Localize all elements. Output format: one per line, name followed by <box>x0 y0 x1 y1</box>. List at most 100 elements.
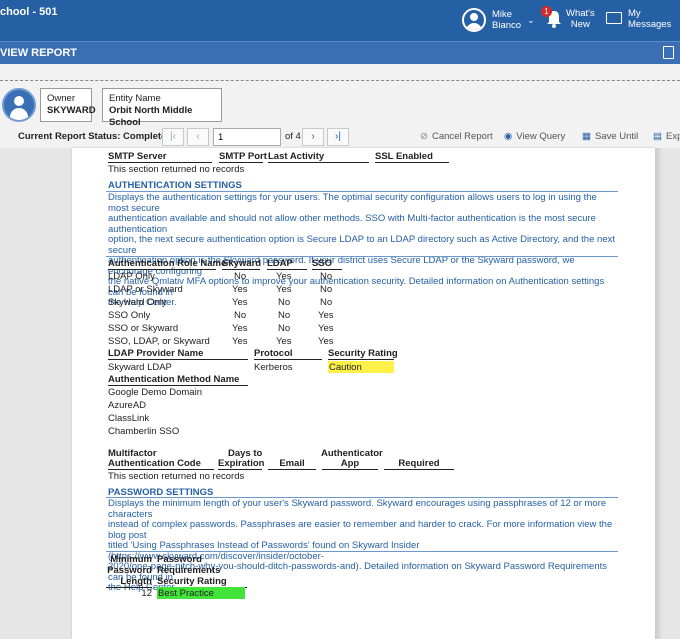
auth-method-item: Chamberlin SSO <box>108 426 180 437</box>
role-ldap: Yes <box>276 271 292 282</box>
user-name: Mike Bianco <box>492 9 521 31</box>
export-button[interactable]: ▤ Exp <box>653 131 680 142</box>
envelope-icon[interactable] <box>606 12 622 24</box>
role-skyward: Yes <box>232 323 248 334</box>
role-name: SSO Only <box>108 310 151 321</box>
auth-desc-line: the native Qmlativ MFA options to improv… <box>108 276 605 298</box>
page-number-input[interactable] <box>213 128 281 146</box>
whats-new-link[interactable]: What's New <box>566 8 595 30</box>
role-skyward: No <box>234 271 247 282</box>
smtp-empty-message: This section returned no records <box>108 164 245 175</box>
ldap-col-protocol: Protocol <box>254 348 322 360</box>
owner-label: Owner <box>47 93 75 104</box>
top-bar: chool - 501 Mike Bianco ⌄ 1 What's New M… <box>0 0 680 41</box>
role-name: LDAP Only <box>108 271 155 282</box>
report-status: Current Report Status: Completed <box>18 131 173 142</box>
role-ldap: Yes <box>276 284 292 295</box>
smtp-col-ssl: SSL Enabled <box>375 151 449 163</box>
my-messages-line-2: Messages <box>628 19 672 30</box>
role-name: SSO or Skyward <box>108 323 179 334</box>
role-ldap: No <box>278 310 291 321</box>
smtp-col-last-activity: Last Activity <box>268 151 369 163</box>
owner-avatar-icon <box>2 88 36 122</box>
divider <box>0 80 680 81</box>
auth-section-title: AUTHENTICATION SETTINGS <box>108 180 242 191</box>
mfa-col-required: Required <box>384 458 454 470</box>
role-sso: Yes <box>318 323 334 334</box>
role-skyward: Yes <box>232 336 248 347</box>
auth-method-col: Authentication Method Name <box>108 374 248 386</box>
role-name: Skyward Only <box>108 297 167 308</box>
eye-icon: ◉ <box>504 131 513 142</box>
next-page-button[interactable]: › <box>302 128 324 146</box>
entity-box: Entity Name Orbit North Middle School <box>102 88 222 128</box>
prev-page-button[interactable]: ‹ <box>187 128 209 146</box>
role-col-skyward: Skyward <box>222 258 262 270</box>
entity-label: Entity Name <box>109 93 161 104</box>
password-desc-line: Displays the minimum length of your user… <box>108 498 607 520</box>
whats-new-line-2: New <box>570 19 590 30</box>
save-icon: ▦ <box>582 131 591 142</box>
role-ldap: Yes <box>276 336 292 347</box>
first-page-button[interactable]: |‹ <box>162 128 184 146</box>
password-col-min-length: Minimum Password Length <box>106 554 152 588</box>
last-page-button[interactable]: ›| <box>327 128 349 146</box>
ldap-col-security-rating: Security Rating <box>328 348 398 360</box>
my-messages-line-1: My <box>628 8 641 19</box>
role-name: SSO, LDAP, or Skyward <box>108 336 210 347</box>
page-shadow <box>655 148 663 639</box>
view-query-label: View Query <box>516 131 566 142</box>
smtp-col-port: SMTP Port <box>219 151 267 163</box>
min-length-header-line: Minimum <box>110 554 152 565</box>
password-table-divider <box>106 551 618 552</box>
role-col-sso: SSO <box>312 258 342 270</box>
role-skyward: Yes <box>232 297 248 308</box>
export-file-icon: ▤ <box>653 131 662 142</box>
mfa-col-expiration: Expiration <box>218 458 265 470</box>
role-skyward: No <box>234 310 247 321</box>
role-sso: Yes <box>318 310 334 321</box>
auth-method-item: Google Demo Domain <box>108 387 202 398</box>
role-ldap: No <box>278 297 291 308</box>
app-title: chool - 501 <box>0 6 58 18</box>
ldap-col-provider: LDAP Provider Name <box>108 348 248 360</box>
page-title: VIEW REPORT <box>0 47 78 59</box>
auth-desc-line: authentication available and should not … <box>108 213 596 235</box>
view-query-button[interactable]: ◉ View Query <box>504 131 565 142</box>
password-desc-line: instead of complex passwords. Passphrase… <box>108 519 613 541</box>
auth-method-item: ClassLink <box>108 413 150 424</box>
role-name: LDAP or Skyward <box>108 284 183 295</box>
notification-count-badge: 1 <box>541 6 552 17</box>
mfa-col-app: App <box>322 458 378 470</box>
password-min-length-value: 12 <box>141 588 152 599</box>
role-sso: No <box>320 297 333 308</box>
mfa-empty-message: This section returned no records <box>108 471 245 482</box>
security-rating-header-line: Password <box>157 554 202 565</box>
ldap-security-rating: Caution <box>328 361 394 373</box>
notifications-button[interactable]: 1 <box>541 6 562 30</box>
role-sso: No <box>320 271 333 282</box>
view-report-bar: VIEW REPORT <box>0 41 680 64</box>
export-label: Exp <box>665 131 680 142</box>
security-rating-header-line: Security Rating <box>157 576 227 587</box>
save-until-button[interactable]: ▦ Save Until <box>582 131 638 142</box>
min-length-header-line: Password <box>107 565 152 576</box>
ldap-protocol: Kerberos <box>254 362 293 373</box>
my-messages-link[interactable]: My Messages <box>628 8 671 30</box>
user-menu[interactable]: Mike Bianco ⌄ <box>462 6 535 34</box>
page-count: of 4 <box>285 131 301 142</box>
security-rating-header-line: Requirements <box>157 565 221 576</box>
owner-value: SKYWARD <box>47 105 96 116</box>
export-icon[interactable] <box>663 46 674 59</box>
cancel-report-button[interactable]: ⊘ Cancel Report <box>420 131 493 142</box>
role-sso: No <box>320 284 333 295</box>
cancel-report-label: Cancel Report <box>431 131 493 142</box>
auth-desc-line: Displays the authentication settings for… <box>108 192 597 214</box>
auth-table-divider <box>106 256 618 257</box>
mfa-col-auth-code: Authentication Code <box>108 458 214 470</box>
auth-description: Displays the authentication settings for… <box>108 192 620 309</box>
role-col-name: Authentication Role Name <box>108 258 227 270</box>
password-col-security-rating: Password Requirements Security Rating <box>157 554 247 588</box>
whats-new-line-1: What's <box>566 8 595 19</box>
mfa-col-email: Email <box>268 458 316 470</box>
